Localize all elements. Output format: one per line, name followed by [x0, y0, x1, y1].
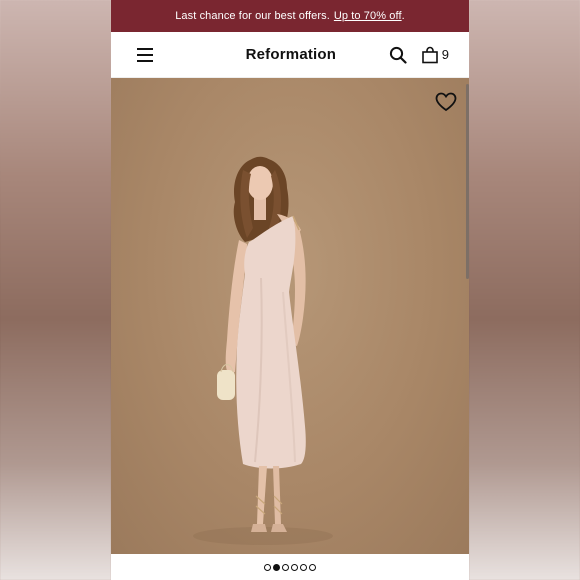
left-backdrop — [0, 0, 111, 580]
carousel-dot-4[interactable] — [291, 563, 298, 571]
carousel-dot-3[interactable] — [282, 563, 289, 571]
header-tools: 9 — [389, 46, 449, 64]
search-icon — [389, 46, 407, 64]
carousel-dot-6[interactable] — [309, 563, 316, 571]
site-header: Reformation 9 — [111, 32, 469, 78]
promo-banner: Last chance for our best offers. Up to 7… — [111, 0, 469, 32]
hamburger-icon[interactable] — [137, 47, 153, 62]
search-button[interactable] — [389, 46, 407, 64]
heart-icon — [435, 92, 457, 112]
product-image[interactable] — [111, 78, 469, 554]
promo-link[interactable]: Up to 70% off — [334, 10, 402, 22]
page-scrollbar[interactable] — [466, 84, 469, 279]
carousel-dot-5[interactable] — [300, 563, 307, 571]
carousel-dot-1[interactable] — [264, 563, 271, 571]
right-backdrop — [469, 0, 580, 580]
brand-logo[interactable]: Reformation — [246, 46, 337, 63]
model-photo — [193, 156, 333, 545]
carousel-dots — [111, 554, 469, 580]
carousel-dot-2[interactable] — [273, 563, 280, 571]
wishlist-button[interactable] — [435, 92, 457, 117]
phone-screen: Last chance for our best offers. Up to 7… — [111, 0, 469, 580]
bag-button[interactable]: 9 — [421, 46, 449, 64]
bag-count: 9 — [441, 47, 449, 62]
promo-text: Last chance for our best offers. — [175, 10, 330, 22]
shopping-bag-icon — [421, 46, 438, 63]
promo-suffix: . — [401, 10, 405, 22]
